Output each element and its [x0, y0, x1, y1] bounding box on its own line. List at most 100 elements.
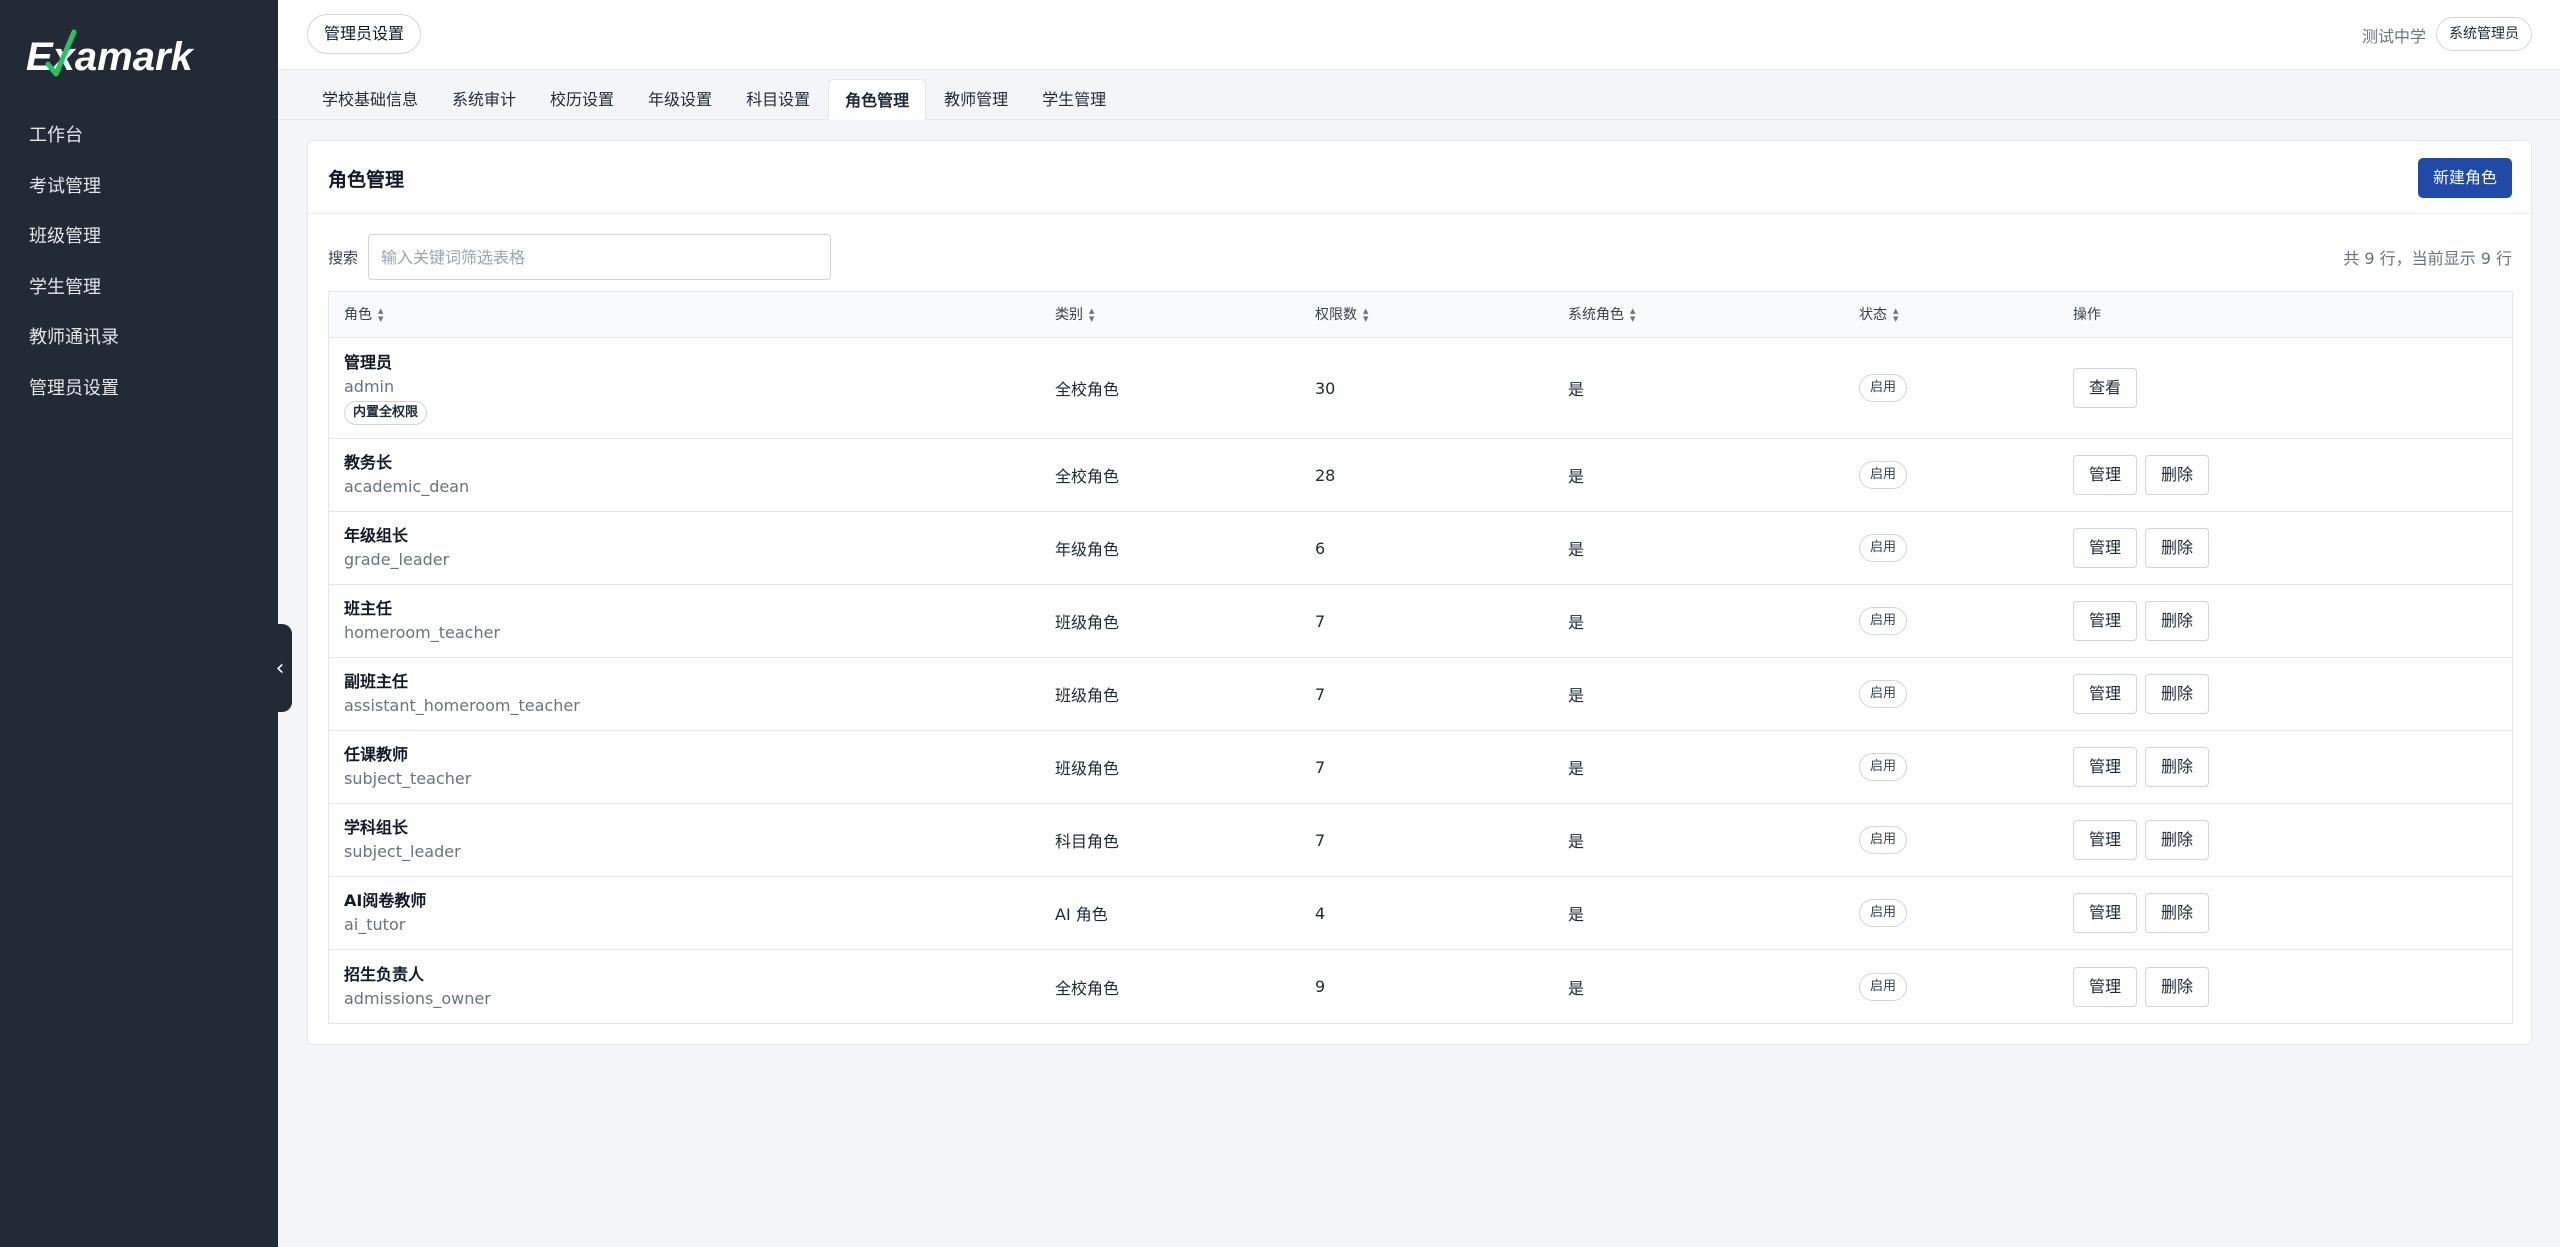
sort-icon[interactable]: ▲ ▼ [1089, 307, 1094, 323]
status-cell: 启用 [1844, 461, 2058, 489]
permission-count-cell: 4 [1315, 903, 1326, 923]
actions-cell: 管理 删除 [2058, 747, 2512, 787]
table-header: 角色 ▲ ▼ 类别 ▲ ▼ 权限数 ▲ ▼ 系统角色 ▲ ▼ 状态 ▲ ▼ 操作 [329, 292, 2512, 338]
search-input[interactable] [368, 234, 831, 280]
delete-button[interactable]: 删除 [2145, 893, 2210, 933]
actions-cell: 管理 删除 [2058, 674, 2512, 714]
delete-button[interactable]: 删除 [2145, 528, 2210, 568]
category-cell: 班级角色 [1055, 759, 1120, 778]
sidebar-collapse-button[interactable]: ‹ [268, 624, 292, 712]
category-cell: 全校角色 [1055, 978, 1120, 998]
table-row: 副班主任 assistant_homeroom_teacher 班级角色 7 是 启用 管理… [329, 658, 2512, 731]
column-header-4[interactable]: 状态 ▲ ▼ [1844, 292, 2058, 337]
manage-button[interactable]: 管理 [2073, 966, 2138, 1007]
column-header-2[interactable]: 权限数 ▲ ▼ [1300, 292, 1553, 337]
table-row: 管理员 admin 内置全权限 全校角色 30 是 启用 查看 [329, 338, 2512, 439]
status-cell: 启用 [1844, 534, 2058, 562]
status-badge: 启用 [1859, 680, 1908, 708]
new-role-button[interactable]: 新建角色 [2417, 158, 2512, 198]
manage-button[interactable]: 管理 [2073, 820, 2138, 860]
role-cell: 管理员 admin 内置全权限 [329, 351, 1040, 425]
tab-3[interactable]: 年级设置 [632, 79, 728, 120]
role-name: 副班主任 [344, 672, 409, 691]
role-cell: 副班主任 assistant_homeroom_teacher [329, 670, 1040, 718]
permission-count-cell: 7 [1315, 757, 1326, 777]
system-role-cell: 是 [1568, 978, 1585, 998]
permission-count-cell: 28 [1315, 465, 1336, 485]
status-cell: 启用 [1844, 680, 2058, 708]
logo-mark: Examark [26, 29, 195, 79]
sidebar-item-0[interactable]: 工作台 [0, 111, 278, 162]
role-code: grade_leader [344, 550, 450, 569]
sidebar-item-5[interactable]: 管理员设置 [0, 364, 278, 415]
permission-count-cell: 30 [1315, 378, 1336, 398]
tab-0[interactable]: 学校基础信息 [306, 79, 434, 120]
sidebar-nav: 工作台 考试管理 班级管理 学生管理 教师通讯录 管理员设置 [0, 111, 278, 414]
delete-button[interactable]: 删除 [2145, 674, 2210, 714]
school-name: 测试中学 [2361, 27, 2426, 46]
system-role-cell: 是 [1568, 380, 1585, 399]
category-cell: 班级角色 [1055, 686, 1120, 705]
role-code: admin [344, 377, 395, 396]
manage-button[interactable]: 管理 [2073, 893, 2138, 933]
column-header-label: 状态 [1859, 307, 1887, 323]
tab-2[interactable]: 校历设置 [534, 79, 630, 120]
sidebar-item-3[interactable]: 学生管理 [0, 263, 278, 314]
system-role-cell: 是 [1568, 467, 1585, 486]
status-cell: 启用 [1844, 374, 2058, 402]
manage-button[interactable]: 管理 [2073, 528, 2138, 568]
delete-button[interactable]: 删除 [2145, 966, 2210, 1007]
view-button[interactable]: 查看 [2073, 368, 2138, 408]
manage-button[interactable]: 管理 [2073, 601, 2138, 641]
column-header-label: 系统角色 [1568, 307, 1624, 323]
column-header-1[interactable]: 类别 ▲ ▼ [1040, 292, 1300, 337]
role-code: homeroom_teacher [344, 623, 501, 642]
sidebar-item-1[interactable]: 考试管理 [0, 162, 278, 213]
actions-cell: 管理 删除 [2058, 601, 2512, 641]
category-cell: 科目角色 [1055, 832, 1120, 851]
manage-button[interactable]: 管理 [2073, 455, 2138, 495]
system-role-cell: 是 [1568, 613, 1585, 632]
table-row: 任课教师 subject_teacher 班级角色 7 是 启用 管理 删除 [329, 731, 2512, 804]
tab-5[interactable]: 角色管理 [828, 79, 927, 120]
tab-7[interactable]: 学生管理 [1026, 79, 1122, 120]
role-cell: AI阅卷教师 ai_tutor [329, 889, 1040, 937]
system-role-cell: 是 [1568, 759, 1585, 778]
sort-icon[interactable]: ▲ ▼ [378, 307, 383, 323]
status-badge: 启用 [1859, 826, 1908, 854]
sort-icon[interactable]: ▲ ▼ [1630, 307, 1635, 323]
system-role-cell: 是 [1568, 686, 1585, 705]
sidebar: Examark 工作台 考试管理 班级管理 学生管理 教师通讯录 管理员设置 [0, 0, 278, 1247]
sort-icon[interactable]: ▲ ▼ [1893, 307, 1898, 323]
tab-1[interactable]: 系统审计 [436, 79, 532, 120]
examark-logo[interactable]: Examark [26, 26, 236, 86]
column-header-3[interactable]: 系统角色 ▲ ▼ [1553, 292, 1844, 337]
table-row: 招生负责人 admissions_owner 全校角色 9 是 启用 管理 删除 [329, 950, 2512, 1023]
system-role-cell: 是 [1568, 832, 1585, 851]
manage-button[interactable]: 管理 [2073, 747, 2138, 787]
delete-button[interactable]: 删除 [2145, 455, 2210, 495]
delete-button[interactable]: 删除 [2145, 820, 2210, 860]
tab-6[interactable]: 教师管理 [928, 79, 1024, 120]
table-row: 年级组长 grade_leader 年级角色 6 是 启用 管理 删除 [329, 512, 2512, 585]
sidebar-item-4[interactable]: 教师通讯录 [0, 313, 278, 364]
column-header-label: 角色 [344, 307, 372, 323]
status-badge: 启用 [1859, 607, 1908, 635]
actions-cell: 管理 删除 [2058, 893, 2512, 933]
builtin-badge: 内置全权限 [344, 401, 428, 425]
role-name: 教务长 [344, 453, 393, 472]
role-name: 学科组长 [344, 818, 409, 837]
manage-button[interactable]: 管理 [2073, 674, 2138, 714]
role-cell: 学科组长 subject_leader [329, 816, 1040, 864]
status-cell: 启用 [1844, 753, 2058, 781]
delete-button[interactable]: 删除 [2145, 601, 2210, 641]
delete-button[interactable]: 删除 [2145, 747, 2210, 787]
actions-cell: 管理 删除 [2058, 528, 2512, 568]
sort-icon[interactable]: ▲ ▼ [1363, 307, 1368, 323]
tab-4[interactable]: 科目设置 [730, 79, 826, 120]
sidebar-item-2[interactable]: 班级管理 [0, 212, 278, 263]
category-cell: 全校角色 [1055, 467, 1120, 486]
user-role-badge[interactable]: 系统管理员 [2436, 17, 2532, 51]
column-header-0[interactable]: 角色 ▲ ▼ [329, 292, 1040, 337]
system-role-cell: 是 [1568, 540, 1585, 559]
